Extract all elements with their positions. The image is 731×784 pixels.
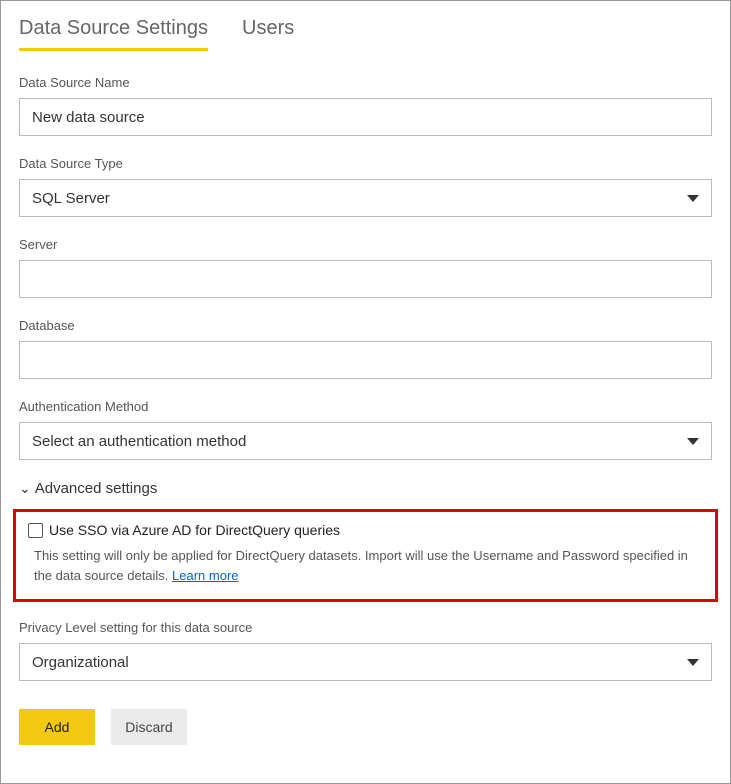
field-data-source-type: Data Source Type SQL Server xyxy=(19,156,712,217)
sso-checkbox[interactable] xyxy=(28,523,43,538)
label-auth-method: Authentication Method xyxy=(19,399,712,414)
advanced-settings-label: Advanced settings xyxy=(35,480,158,497)
select-auth-method[interactable]: Select an authentication method xyxy=(19,422,712,460)
sso-checkbox-row: Use SSO via Azure AD for DirectQuery que… xyxy=(28,522,703,538)
add-button[interactable]: Add xyxy=(19,709,95,745)
label-data-source-name: Data Source Name xyxy=(19,75,712,90)
tab-data-source-settings[interactable]: Data Source Settings xyxy=(19,11,208,51)
chevron-down-icon: ⌄ xyxy=(19,480,31,497)
chevron-down-icon xyxy=(687,659,699,666)
input-data-source-name[interactable] xyxy=(19,98,712,136)
label-data-source-type: Data Source Type xyxy=(19,156,712,171)
learn-more-link[interactable]: Learn more xyxy=(172,568,238,583)
field-data-source-name: Data Source Name xyxy=(19,75,712,136)
label-privacy-level: Privacy Level setting for this data sour… xyxy=(19,620,712,635)
button-bar: Add Discard xyxy=(19,709,712,745)
label-server: Server xyxy=(19,237,712,252)
chevron-down-icon xyxy=(687,195,699,202)
field-privacy-level: Privacy Level setting for this data sour… xyxy=(19,620,712,681)
chevron-down-icon xyxy=(687,438,699,445)
tab-bar: Data Source Settings Users xyxy=(19,11,712,51)
select-value-auth-method: Select an authentication method xyxy=(32,433,246,450)
select-privacy-level[interactable]: Organizational xyxy=(19,643,712,681)
tab-users[interactable]: Users xyxy=(242,11,294,51)
sso-desc-text: This setting will only be applied for Di… xyxy=(34,548,688,583)
sso-highlight-region: Use SSO via Azure AD for DirectQuery que… xyxy=(13,509,718,602)
field-database: Database xyxy=(19,318,712,379)
input-database[interactable] xyxy=(19,341,712,379)
advanced-settings-toggle[interactable]: ⌄ Advanced settings xyxy=(19,480,712,497)
input-server[interactable] xyxy=(19,260,712,298)
discard-button[interactable]: Discard xyxy=(111,709,187,745)
select-value-data-source-type: SQL Server xyxy=(32,190,110,207)
sso-description: This setting will only be applied for Di… xyxy=(28,546,703,585)
field-auth-method: Authentication Method Select an authenti… xyxy=(19,399,712,460)
label-database: Database xyxy=(19,318,712,333)
field-server: Server xyxy=(19,237,712,298)
sso-checkbox-label: Use SSO via Azure AD for DirectQuery que… xyxy=(49,522,340,538)
select-data-source-type[interactable]: SQL Server xyxy=(19,179,712,217)
select-value-privacy-level: Organizational xyxy=(32,654,129,671)
